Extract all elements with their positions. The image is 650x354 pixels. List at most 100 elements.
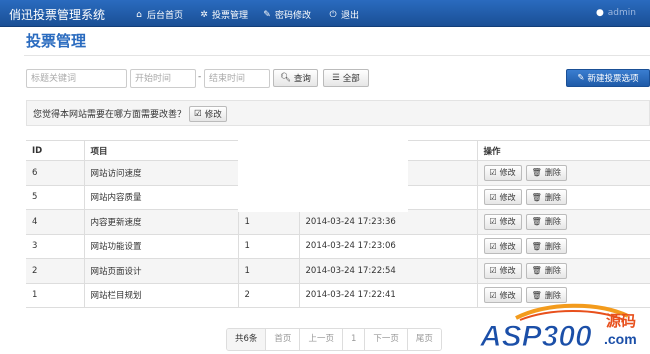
edit-label: 修改 (499, 217, 516, 227)
edit-icon: ☑ (194, 109, 202, 119)
query-button[interactable]: 🔍︎ 查询 (273, 69, 318, 87)
keyword-search-input[interactable] (26, 69, 127, 88)
cell-id: 3 (26, 233, 84, 259)
cell-item: 网站页面设计 (83, 258, 238, 283)
app-brand[interactable]: 俏迅投票管理系统 (9, 6, 105, 23)
cell-time: 2014-03-24 17:23:36 (298, 209, 477, 234)
nav-item-label: 密码修改 (275, 11, 312, 21)
nav-item-vote-manage[interactable]: ✲ 投票管理 (199, 8, 249, 22)
trash-icon: 🗑︎ (531, 241, 542, 251)
vote-question: 您觉得本网站需要在哪方面需要改善？ (33, 110, 187, 120)
logo-domain: .com (604, 331, 637, 347)
nav-item-label: 投票管理 (212, 11, 249, 21)
nav-item-home[interactable]: ⌂ 后台首页 (134, 8, 183, 22)
edit-label: 修改 (499, 168, 516, 178)
table-row: 3 网站功能设置 1 2014-03-24 17:23:06 ☑ 修改 🗑︎ 删除 (26, 233, 650, 259)
cell-time: 2014-03-24 17:22:41 (298, 282, 477, 308)
cell-actions: ☑ 修改 🗑︎ 删除 (476, 184, 650, 210)
user-icon: ● (595, 8, 604, 18)
wrench-icon: ✎ (263, 9, 271, 20)
user-menu[interactable]: ● admin (596, 8, 636, 18)
edit-icon: ☑ (489, 290, 497, 300)
cell-item: 网站栏目规划 (83, 282, 238, 308)
end-time-input[interactable] (204, 69, 270, 88)
edit-label: 修改 (499, 241, 516, 251)
table-row: 2 网站页面设计 1 2014-03-24 17:22:54 ☑ 修改 🗑︎ 删除 (26, 258, 650, 283)
cell-actions: ☑ 修改 🗑︎ 删除 (476, 233, 650, 259)
delete-row-button[interactable]: 🗑︎ 删除 (525, 213, 567, 230)
cell-item: 内容更新速度 (83, 209, 238, 234)
edit-label: 修改 (499, 266, 516, 276)
nav-item-password[interactable]: ✎ 密码修改 (262, 8, 312, 22)
pager-first[interactable]: 首页 (265, 329, 300, 350)
cell-actions: ☑ 修改 🗑︎ 删除 (476, 258, 650, 283)
new-vote-option-label: 新建投票选项 (587, 74, 639, 84)
new-vote-option-button[interactable]: ✎ 新建投票选项 (566, 69, 650, 87)
cell-actions: ☑ 修改 🗑︎ 删除 (476, 160, 650, 185)
nav-item-logout[interactable]: ⏻ 退出 (328, 8, 360, 22)
pagination: 共6条 首页 上一页 1 下一页 尾页 (226, 328, 442, 351)
top-navbar: 俏迅投票管理系统 ⌂ 后台首页 ✲ 投票管理 ✎ 密码修改 ⏻ 退出 ● adm… (0, 0, 650, 27)
logo-text: ASP300 (479, 320, 592, 353)
cogs-icon: ✲ (200, 9, 208, 20)
asp300-watermark-logo: ASP300 源码 .com (479, 303, 637, 354)
edit-question-label: 修改 (204, 110, 222, 120)
start-time-input[interactable] (130, 69, 196, 88)
power-icon: ⏻ (329, 9, 337, 20)
delete-row-button[interactable]: 🗑︎ 删除 (525, 189, 567, 206)
cell-count: 2 (237, 282, 299, 308)
cell-item: 网站功能设置 (83, 233, 238, 259)
delete-label: 删除 (544, 217, 561, 227)
column-header-id: ID (26, 140, 84, 161)
edit-icon: ☑ (489, 192, 497, 202)
cell-count: 1 (237, 233, 299, 259)
blank-overlay (238, 140, 408, 212)
delete-row-button[interactable]: 🗑︎ 删除 (525, 262, 567, 279)
trash-icon: 🗑︎ (531, 290, 542, 300)
edit-row-button[interactable]: ☑ 修改 (483, 213, 522, 230)
trash-icon: 🗑︎ (531, 168, 542, 178)
edit-question-button[interactable]: ☑ 修改 (189, 106, 227, 122)
cell-id: 2 (26, 258, 84, 283)
cell-time: 2014-03-24 17:22:54 (298, 258, 477, 283)
show-all-label: 全部 (342, 74, 360, 84)
column-header-actions: 操作 (476, 140, 650, 161)
cell-item: 网站访问速度 (83, 160, 238, 185)
edit-row-button[interactable]: ☑ 修改 (483, 238, 522, 255)
user-name: admin (607, 8, 636, 18)
pager-next[interactable]: 下一页 (364, 329, 407, 350)
edit-icon: ☑ (489, 168, 497, 178)
cell-id: 4 (26, 209, 84, 234)
delete-row-button[interactable]: 🗑︎ 删除 (525, 238, 567, 255)
cell-id: 5 (26, 184, 84, 210)
edit-row-button[interactable]: ☑ 修改 (483, 189, 522, 206)
cell-item: 网站内容质量 (83, 184, 238, 210)
cell-count: 1 (237, 258, 299, 283)
delete-label: 删除 (544, 241, 561, 251)
show-all-button[interactable]: ☰ 全部 (323, 69, 369, 87)
edit-icon: ☑ (489, 241, 497, 251)
pager-total: 共6条 (227, 329, 266, 350)
logo-suffix: 源码 (606, 312, 636, 330)
pager-last[interactable]: 尾页 (406, 329, 441, 350)
cell-count: 1 (237, 209, 299, 234)
pager-page[interactable]: 1 (341, 329, 365, 350)
cell-id: 6 (26, 160, 84, 185)
delete-label: 删除 (544, 168, 561, 178)
nav-item-label: 退出 (341, 11, 360, 21)
edit-label: 修改 (499, 192, 516, 202)
edit-row-button[interactable]: ☑ 修改 (483, 164, 522, 181)
delete-row-button[interactable]: 🗑︎ 删除 (525, 164, 567, 181)
edit-icon: ☑ (489, 217, 497, 227)
query-label: 查询 (293, 74, 311, 84)
trash-icon: 🗑︎ (531, 217, 542, 227)
pencil-icon: ✎ (577, 73, 585, 83)
delete-label: 删除 (544, 192, 561, 202)
trash-icon: 🗑︎ (531, 192, 542, 202)
cell-actions: ☑ 修改 🗑︎ 删除 (476, 209, 650, 234)
pager-prev[interactable]: 上一页 (299, 329, 342, 350)
edit-row-button[interactable]: ☑ 修改 (483, 262, 522, 279)
date-separator: - (198, 72, 202, 82)
edit-icon: ☑ (489, 266, 497, 276)
list-icon: ☰ (332, 73, 340, 83)
